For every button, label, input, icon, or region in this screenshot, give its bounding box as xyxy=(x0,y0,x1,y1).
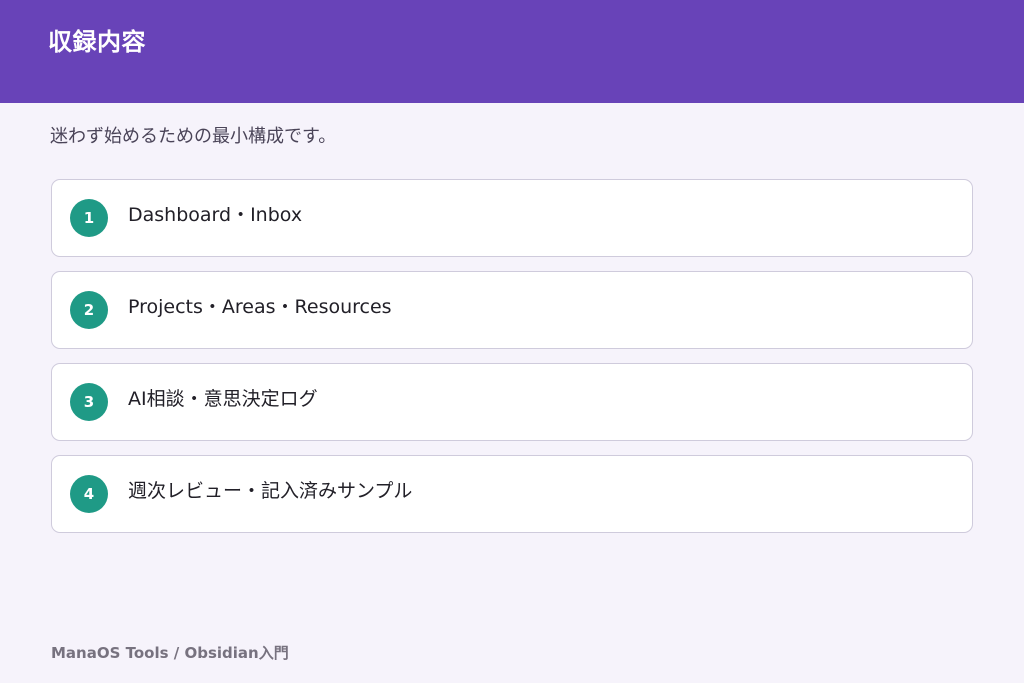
contents-list: 1 Dashboard・Inbox 2 Projects・Areas・Resou… xyxy=(51,179,973,547)
list-item: 4 週次レビュー・記入済みサンプル xyxy=(51,455,973,533)
footer-credit: ManaOS Tools / Obsidian入門 xyxy=(51,644,289,662)
step-number-badge: 2 xyxy=(70,291,108,329)
list-item-label: Projects・Areas・Resources xyxy=(128,296,392,318)
list-item-label: 週次レビュー・記入済みサンプル xyxy=(128,480,413,502)
list-item: 3 AI相談・意思決定ログ xyxy=(51,363,973,441)
header-bar: 収録内容 xyxy=(0,0,1024,103)
list-item-label: Dashboard・Inbox xyxy=(128,204,303,226)
intro-text: 迷わず始めるための最小構成です。 xyxy=(50,126,337,147)
list-item: 1 Dashboard・Inbox xyxy=(51,179,973,257)
list-item-label: AI相談・意思決定ログ xyxy=(128,388,318,410)
step-number-badge: 1 xyxy=(70,199,108,237)
list-item: 2 Projects・Areas・Resources xyxy=(51,271,973,349)
step-number-badge: 4 xyxy=(70,475,108,513)
step-number-badge: 3 xyxy=(70,383,108,421)
page-title: 収録内容 xyxy=(48,28,146,56)
